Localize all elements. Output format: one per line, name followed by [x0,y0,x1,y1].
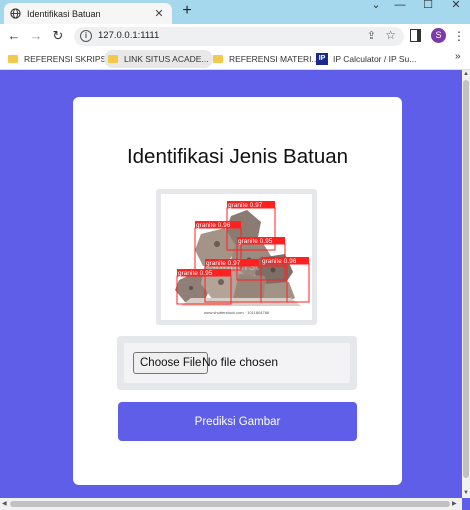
close-window-button[interactable]: ✕ [442,0,470,12]
result-image-frame: shutterst granite 0.97 gran [156,189,317,325]
profile-avatar[interactable]: S [431,28,446,43]
bookmark-label: REFERENSI SKRIPSI [24,54,109,64]
folder-icon [213,55,223,63]
file-upload-box: Choose File No file chosen [117,336,357,390]
tab-identifikasi-batuan[interactable]: Identifikasi Batuan ✕ [4,3,172,24]
address-bar[interactable]: i 127.0.0.1:1111 ⇪ ☆ [74,27,404,46]
detection-label: granite 0.97 [206,260,241,267]
ip-calculator-icon: IP [316,53,328,65]
choose-file-button[interactable]: Choose File [133,352,209,374]
vertical-scrollbar[interactable]: ▲ ▼ [462,70,470,498]
reload-icon[interactable]: ↻ [50,28,66,44]
scroll-left-icon[interactable]: ◀ [2,500,7,507]
detection-result-image: shutterst granite 0.97 gran [161,194,312,320]
bookmark-referensi-materi[interactable]: REFERENSI MATERI... [209,50,323,68]
bookmark-ip-calculator[interactable]: IP IP Calculator / IP Su... [312,50,420,68]
new-tab-button[interactable]: + [178,2,196,20]
detection-label: granite 0.97 [228,202,263,209]
maximize-button[interactable]: ☐ [414,0,442,12]
browser-toolbar: ← → ↻ i 127.0.0.1:1111 ⇪ ☆ S ⋮ [0,24,470,48]
forward-arrow-icon[interactable]: → [28,28,44,44]
share-icon[interactable]: ⇪ [367,29,376,42]
close-tab-icon[interactable]: ✕ [152,7,166,20]
horizontal-scrollbar[interactable]: ◀ ▶ [0,498,462,510]
scroll-up-icon[interactable]: ▲ [463,71,469,77]
vertical-scroll-thumb[interactable] [463,80,469,478]
page-title: Identifikasi Jenis Batuan [126,145,349,168]
bookmark-referensi-skripsi[interactable]: REFERENSI SKRIPSI [4,50,113,68]
star-icon[interactable]: ☆ [385,28,396,42]
file-status-text: No file chosen [202,355,279,369]
detection-label: granite 0.95 [178,270,213,277]
tab-bar: Identifikasi Batuan ✕ + ⌄ — ☐ ✕ [0,0,470,24]
image-watermark: www.shutterstock.com · 1011804766 [204,310,270,315]
bookmark-link-situs-akademik[interactable]: LINK SITUS ACADE... [104,50,213,68]
bookmarks-bar: REFERENSI SKRIPSI LINK SITUS ACADE... RE… [0,48,470,70]
site-info-icon[interactable]: i [80,30,92,42]
more-bookmarks-icon[interactable]: » [455,51,461,62]
scroll-right-icon[interactable]: ▶ [452,500,457,507]
detection-label: granite 0.95 [238,238,273,245]
kebab-menu-icon[interactable]: ⋮ [453,28,465,44]
detection-label: granite 0.96 [196,222,231,229]
horizontal-scroll-thumb[interactable] [10,501,450,507]
file-input[interactable]: Choose File No file chosen [124,343,350,383]
globe-icon [10,8,21,19]
detection-label: granite 0.96 [262,258,297,265]
bookmark-label: REFERENSI MATERI... [229,54,319,64]
folder-icon [8,55,18,63]
tab-title: Identifikasi Batuan [27,8,101,19]
main-card: Identifikasi Jenis Batuan shutt [73,97,402,485]
minimize-button[interactable]: — [386,0,414,12]
url-text: 127.0.0.1:1111 [98,30,160,41]
predict-image-button[interactable]: Prediksi Gambar [118,402,357,441]
bookmark-label: IP Calculator / IP Su... [333,54,417,64]
side-panel-icon[interactable] [410,29,421,42]
back-arrow-icon[interactable]: ← [6,28,22,44]
bookmark-label: LINK SITUS ACADE... [124,54,209,64]
scroll-down-icon[interactable]: ▼ [463,490,469,496]
folder-icon [108,55,118,63]
